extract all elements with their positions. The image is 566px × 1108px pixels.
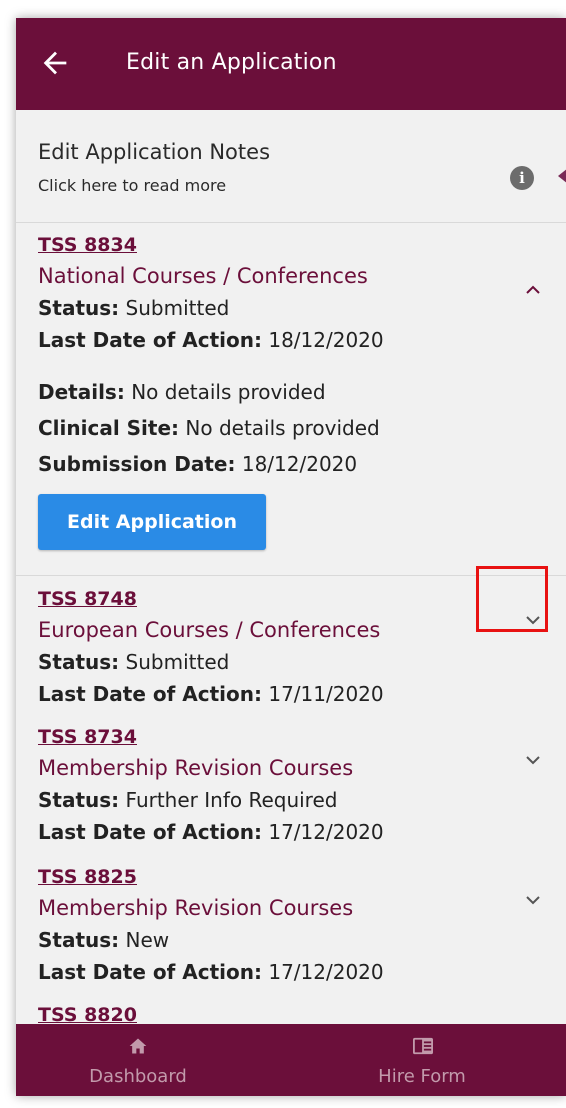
application-type: National Courses / Conferences bbox=[38, 264, 368, 288]
last-date-value: 17/11/2020 bbox=[261, 682, 384, 706]
last-date-label: Last Date of Action: bbox=[38, 960, 262, 984]
highlight-box bbox=[476, 566, 548, 632]
status-label: Status: bbox=[38, 296, 120, 320]
last-date-label: Last Date of Action: bbox=[38, 328, 262, 352]
pointer-arrow-icon bbox=[558, 168, 566, 184]
application-code-link[interactable]: TSS 8734 bbox=[38, 726, 137, 748]
submission-date-line: Submission Date: 18/12/2020 bbox=[38, 452, 357, 476]
last-date-value: 18/12/2020 bbox=[261, 328, 384, 352]
last-date-label: Last Date of Action: bbox=[38, 682, 262, 706]
chevron-down-icon[interactable] bbox=[524, 754, 542, 766]
nav-hire-form[interactable]: Hire Form bbox=[322, 1024, 522, 1096]
status-label: Status: bbox=[38, 928, 120, 952]
last-date-line: Last Date of Action: 18/12/2020 bbox=[38, 328, 384, 352]
chevron-up-icon[interactable] bbox=[524, 284, 542, 296]
clinical-site-value: No details provided bbox=[179, 416, 380, 440]
application-type: Membership Revision Courses bbox=[38, 896, 354, 920]
submission-date-label: Submission Date: bbox=[38, 452, 236, 476]
application-card: TSS 8734 Membership Revision Courses Sta… bbox=[16, 724, 566, 852]
home-icon bbox=[129, 1038, 147, 1054]
application-card: TSS 8825 Membership Revision Courses Sta… bbox=[16, 864, 566, 992]
status-line: Status: Submitted bbox=[38, 650, 229, 674]
submission-date-value: 18/12/2020 bbox=[235, 452, 358, 476]
application-code-link[interactable]: TSS 8820 bbox=[38, 1004, 137, 1026]
bottom-navigation: Dashboard Hire Form bbox=[16, 1024, 566, 1096]
app-screen: Edit an Application Edit Application Not… bbox=[16, 18, 566, 1096]
last-date-label: Last Date of Action: bbox=[38, 820, 262, 844]
nav-dashboard[interactable]: Dashboard bbox=[38, 1024, 238, 1096]
application-type: Membership Revision Courses bbox=[38, 756, 354, 780]
last-date-value: 17/12/2020 bbox=[261, 960, 384, 984]
last-date-line: Last Date of Action: 17/11/2020 bbox=[38, 682, 384, 706]
status-line: Status: Further Info Required bbox=[38, 788, 337, 812]
notes-subtitle: Click here to read more bbox=[38, 176, 227, 195]
application-code-link[interactable]: TSS 8834 bbox=[38, 234, 137, 256]
application-code-link[interactable]: TSS 8825 bbox=[38, 866, 137, 888]
status-value: Submitted bbox=[119, 650, 230, 674]
form-icon bbox=[413, 1037, 433, 1055]
last-date-line: Last Date of Action: 17/12/2020 bbox=[38, 960, 384, 984]
status-line: Status: Submitted bbox=[38, 296, 229, 320]
details-value: No details provided bbox=[124, 380, 326, 404]
status-label: Status: bbox=[38, 788, 120, 812]
clinical-site-line: Clinical Site: No details provided bbox=[38, 416, 380, 440]
status-value: Further Info Required bbox=[119, 788, 338, 812]
nav-hire-form-label: Hire Form bbox=[378, 1066, 466, 1087]
edit-application-button[interactable]: Edit Application bbox=[38, 494, 266, 550]
nav-dashboard-label: Dashboard bbox=[89, 1066, 187, 1087]
application-type: European Courses / Conferences bbox=[38, 618, 381, 642]
status-value: Submitted bbox=[119, 296, 230, 320]
notes-title: Edit Application Notes bbox=[38, 140, 271, 164]
last-date-value: 17/12/2020 bbox=[261, 820, 384, 844]
clinical-site-label: Clinical Site: bbox=[38, 416, 180, 440]
status-label: Status: bbox=[38, 650, 120, 674]
page-title: Edit an Application bbox=[126, 50, 337, 75]
edit-notes-panel[interactable]: Edit Application Notes Click here to rea… bbox=[16, 110, 566, 223]
last-date-line: Last Date of Action: 17/12/2020 bbox=[38, 820, 384, 844]
application-code-link[interactable]: TSS 8748 bbox=[38, 588, 137, 610]
chevron-down-icon[interactable] bbox=[524, 894, 542, 906]
status-value: New bbox=[119, 928, 170, 952]
info-icon[interactable]: i bbox=[510, 166, 534, 190]
details-line: Details: No details provided bbox=[38, 380, 326, 404]
details-label: Details: bbox=[38, 380, 125, 404]
arrow-left-icon[interactable] bbox=[38, 46, 72, 80]
app-bar: Edit an Application bbox=[16, 18, 566, 110]
status-line: Status: New bbox=[38, 928, 169, 952]
